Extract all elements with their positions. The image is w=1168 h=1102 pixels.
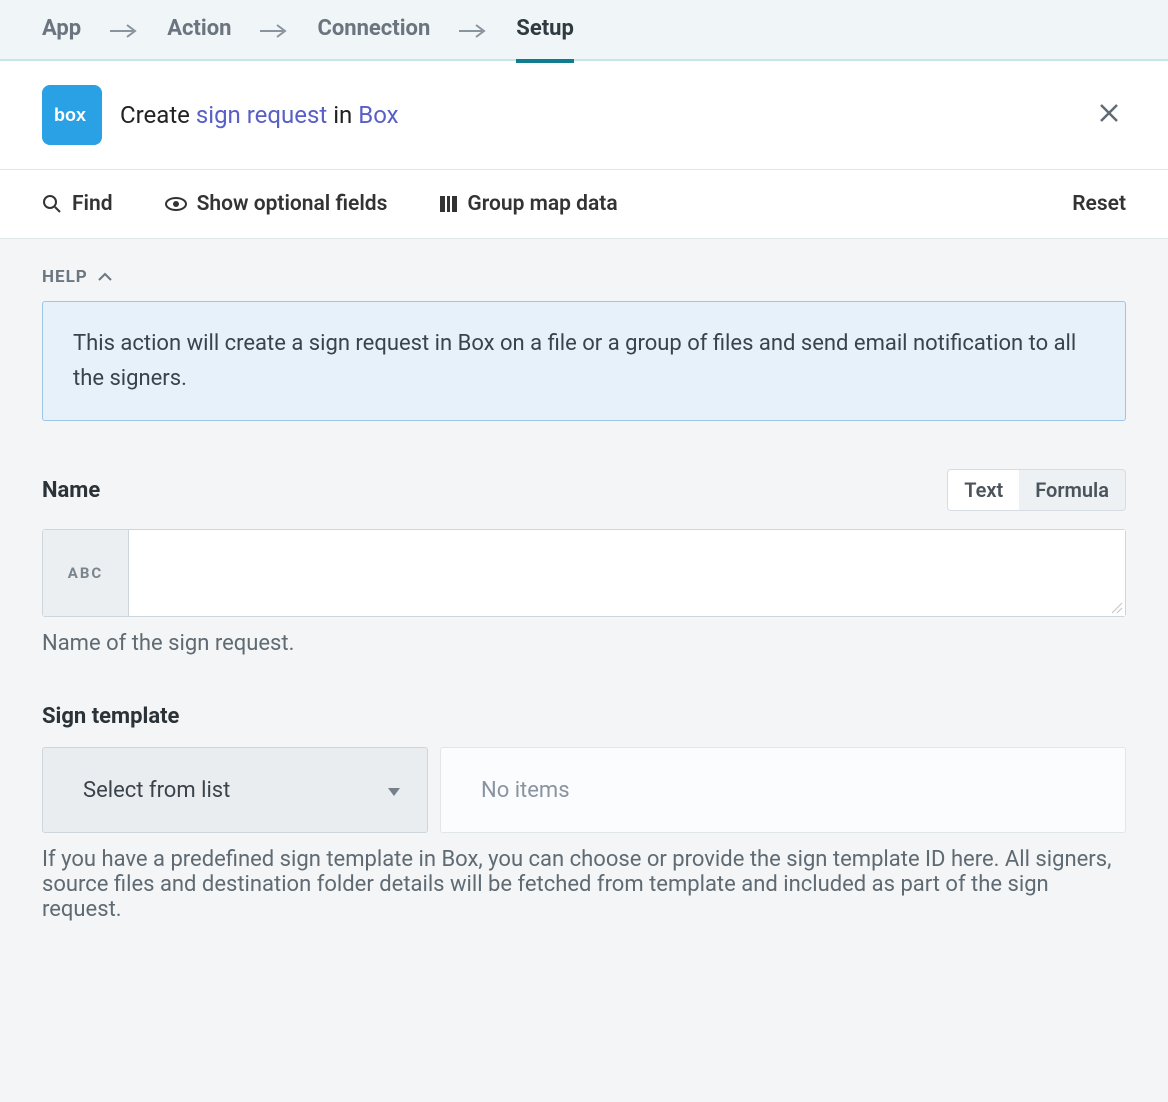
help-label: HELP	[42, 267, 88, 287]
caret-down-icon	[387, 778, 401, 803]
help-description: This action will create a sign request i…	[42, 301, 1126, 421]
help-toggle[interactable]: HELP	[42, 267, 112, 301]
chevron-up-icon	[98, 272, 112, 282]
box-logo-text: box	[54, 105, 86, 125]
toolbar: Find Show optional fields Group map data…	[0, 170, 1168, 239]
wizard-steps: App Action Connection Setup	[0, 0, 1168, 61]
name-help-text: Name of the sign request.	[42, 631, 1126, 656]
wizard-step-connection[interactable]: Connection	[317, 16, 430, 45]
show-optional-fields-button[interactable]: Show optional fields	[165, 186, 406, 222]
find-button[interactable]: Find	[42, 186, 131, 222]
name-input-wrap: ABC	[42, 529, 1126, 617]
find-label: Find	[72, 192, 113, 216]
content-area: HELP This action will create a sign requ…	[0, 239, 1168, 962]
text-formula-toggle: Text Formula	[947, 469, 1126, 511]
close-icon	[1098, 102, 1120, 124]
group-map-label: Group map data	[467, 192, 617, 216]
title-mid: in	[327, 101, 358, 129]
title-app: Box	[358, 101, 398, 129]
group-map-data-button[interactable]: Group map data	[439, 186, 635, 222]
show-optional-label: Show optional fields	[197, 192, 388, 216]
group-icon	[439, 195, 457, 213]
seg-formula[interactable]: Formula	[1019, 470, 1125, 510]
reset-button[interactable]: Reset	[1072, 192, 1126, 216]
sign-template-label: Sign template	[42, 704, 179, 729]
arrow-icon	[259, 24, 289, 38]
box-app-icon: box	[42, 85, 102, 145]
title-prefix: Create	[120, 101, 196, 129]
wizard-step-action[interactable]: Action	[167, 16, 231, 45]
title-action: sign request	[196, 101, 327, 129]
wizard-step-app[interactable]: App	[42, 16, 81, 45]
eye-icon	[165, 196, 187, 212]
name-input[interactable]	[129, 530, 1125, 616]
close-button[interactable]	[1092, 96, 1126, 134]
seg-text[interactable]: Text	[948, 470, 1019, 510]
search-icon	[42, 194, 62, 214]
wizard-step-setup[interactable]: Setup	[516, 16, 574, 45]
sign-template-select[interactable]: Select from list	[42, 747, 428, 833]
title-bar: box Create sign request in Box	[0, 61, 1168, 170]
field-sign-template: Sign template Select from list No items …	[42, 704, 1126, 922]
sign-template-items[interactable]: No items	[440, 747, 1126, 833]
select-value: Select from list	[83, 778, 230, 803]
name-label: Name	[42, 478, 100, 503]
arrow-icon	[458, 24, 488, 38]
page-title: Create sign request in Box	[120, 101, 399, 129]
field-name: Name Text Formula ABC Name of the sign r…	[42, 469, 1126, 656]
sign-template-help-text: If you have a predefined sign template i…	[42, 847, 1126, 922]
arrow-icon	[109, 24, 139, 38]
abc-type-icon: ABC	[43, 530, 129, 616]
